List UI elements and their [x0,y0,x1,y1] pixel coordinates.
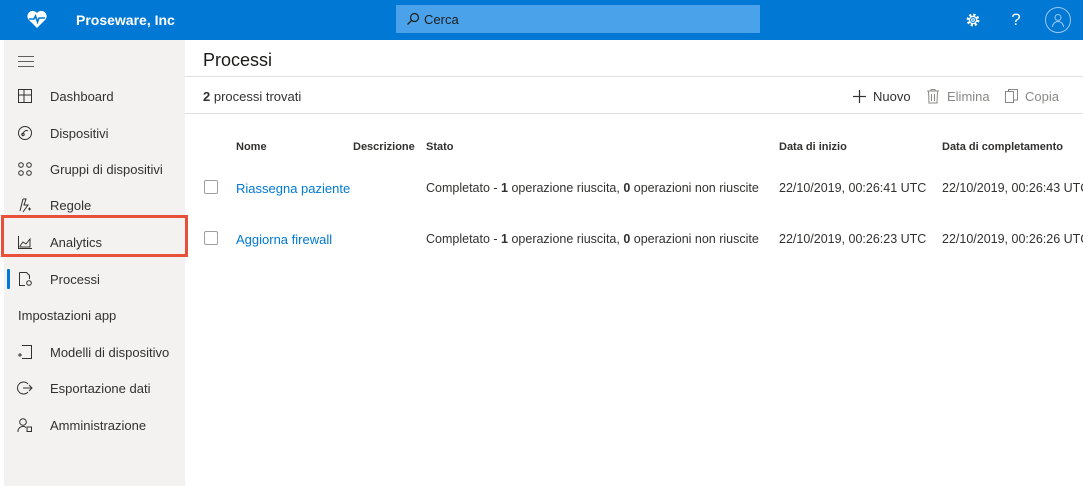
sidebar-item-label: Modelli di dispositivo [50,344,170,360]
table-row[interactable]: Riassegna paziente Completato - 1 operaz… [185,168,1083,208]
device-templates-icon [16,343,34,361]
page-title: Processi [203,50,273,70]
active-indicator [7,269,10,289]
copy-button[interactable]: Copia [1003,88,1059,104]
fail-text: operazioni non riuscite [630,232,759,246]
main-content: Processi 2 processi trovati Nuovo Elimin… [185,40,1083,486]
hamburger-menu-icon[interactable] [18,56,34,67]
devices-icon [16,124,34,142]
sidebar-item-rules[interactable]: Regole [4,187,185,223]
sidebar-item-administration[interactable]: Amministrazione [4,407,185,443]
sidebar-item-label: Dispositivi [50,125,109,141]
column-header-end-date[interactable]: Data di completamento [942,141,1063,153]
help-icon[interactable]: ? [1004,8,1028,32]
success-text: operazione riuscita, [507,232,624,246]
sidebar-item-device-groups[interactable]: Gruppi di dispositivi [4,151,185,187]
column-header-description[interactable]: Descrizione [353,141,415,153]
job-name-link[interactable]: Riassegna paziente [236,181,350,196]
heart-pulse-icon[interactable] [26,9,48,29]
success-text: operazione riuscita, [507,181,624,195]
copy-button-label: Copia [1025,88,1059,104]
copy-icon [1003,88,1019,104]
trash-icon [925,88,941,104]
job-start-date: 22/10/2019, 00:26:23 UTC [779,232,927,246]
sidebar: Dashboard Dispositivi Gruppi di disposit… [4,40,185,486]
sidebar-item-label: Dashboard [50,88,114,104]
results-count: 2 processi trovati [203,89,301,104]
rules-icon [16,196,34,214]
fail-text: operazioni non riuscite [630,181,759,195]
column-header-status[interactable]: Stato [426,141,454,153]
row-checkbox[interactable] [204,231,218,245]
sidebar-item-devices[interactable]: Dispositivi [4,115,185,151]
administration-icon [16,416,34,434]
sidebar-item-label: Amministrazione [50,417,147,433]
app-brand[interactable]: Proseware, Inc [76,12,175,28]
status-prefix: Completato - [426,232,502,246]
search-icon [407,12,420,25]
delete-button-label: Elimina [947,88,990,104]
table-row[interactable]: Aggiorna firewall Completato - 1 operazi… [185,219,1083,259]
jobs-icon [16,270,34,288]
job-status: Completato - 1 operazione riuscita, 0 op… [426,232,759,246]
sidebar-item-label: Esportazione dati [50,380,151,396]
success-count: 1 [501,181,508,195]
search-box[interactable]: Cerca [396,5,760,33]
sidebar-item-dashboard[interactable]: Dashboard [4,78,185,114]
device-groups-icon [16,160,34,178]
job-end-date: 22/10/2019, 00:26:43 UTC [942,181,1083,195]
job-end-date: 22/10/2019, 00:26:26 UTC [942,232,1083,246]
job-status: Completato - 1 operazione riuscita, 0 op… [426,181,759,195]
row-checkbox[interactable] [204,180,218,194]
column-header-start-date[interactable]: Data di inizio [779,141,847,153]
new-button-label: Nuovo [873,88,911,104]
delete-button[interactable]: Elimina [925,88,990,104]
search-input[interactable]: Cerca [424,12,459,27]
user-icon[interactable] [1045,7,1071,33]
sidebar-item-device-templates[interactable]: Modelli di dispositivo [4,334,185,370]
sidebar-item-analytics[interactable]: Analytics [4,224,185,260]
plus-icon [851,88,867,104]
job-name-link[interactable]: Aggiorna firewall [236,232,332,247]
sidebar-item-jobs[interactable]: Processi [4,261,185,297]
gear-icon[interactable] [961,8,985,32]
status-prefix: Completato - [426,181,502,195]
divider [185,76,1083,77]
sidebar-item-label: Gruppi di dispositivi [50,161,163,177]
sidebar-item-label: Regole [50,197,92,213]
sidebar-item-label: Processi [50,271,100,287]
data-export-icon [16,379,34,397]
dashboard-icon [16,87,34,105]
results-count-text: processi trovati [210,89,302,104]
app-settings-heading: Impostazioni app [18,308,117,323]
sidebar-item-label: Analytics [50,234,103,250]
analytics-icon [16,233,34,251]
top-bar: Proseware, Inc Cerca ? [0,0,1083,40]
new-button[interactable]: Nuovo [851,88,911,104]
success-count: 1 [501,232,508,246]
job-start-date: 22/10/2019, 00:26:41 UTC [779,181,927,195]
divider [185,113,1083,114]
sidebar-item-data-export[interactable]: Esportazione dati [4,370,185,406]
column-header-name[interactable]: Nome [236,141,267,153]
